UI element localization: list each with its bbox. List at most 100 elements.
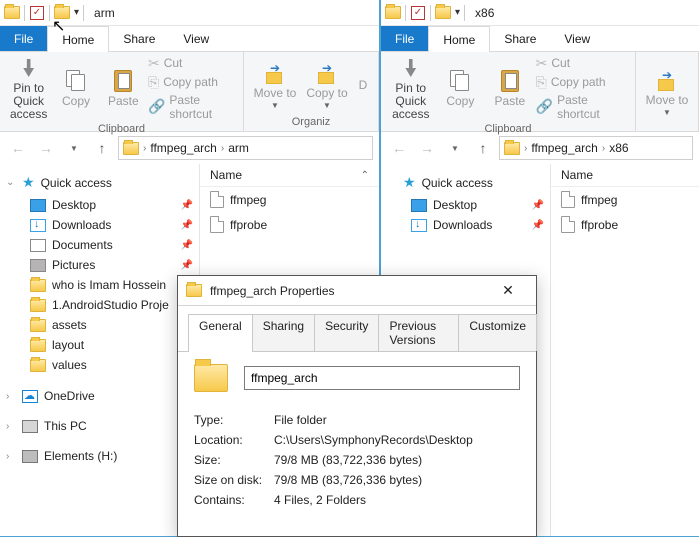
nav-item-pictures[interactable]: Pictures📌 (0, 255, 199, 275)
expand-icon[interactable]: ⌄ (6, 177, 16, 188)
recent-dropdown[interactable]: ▼ (443, 136, 467, 160)
chevron-right-icon[interactable]: › (143, 143, 146, 154)
label: Copy (62, 95, 90, 108)
nav-item-downloads[interactable]: Downloads📌 (381, 215, 550, 235)
label: Desktop (52, 198, 96, 212)
drive-icon (22, 450, 38, 463)
tab-general[interactable]: General (188, 314, 253, 351)
contains-value: 4 Files, 2 Folders (274, 493, 366, 507)
move-to-button[interactable]: ➔ Move to ▼ (642, 54, 692, 129)
quick-access[interactable]: ★Quick access (381, 170, 550, 195)
size-value: 79/8 MB (83,722,336 bytes) (274, 453, 422, 467)
copy-icon (64, 69, 88, 93)
copy-path-button[interactable]: ⎘Copy path (148, 74, 237, 91)
label: Quick access (41, 176, 112, 190)
copy-button[interactable]: Copy (437, 54, 485, 122)
pin-icon: 📌 (532, 220, 544, 231)
ribbon-tabs: File Home Share View (0, 26, 379, 52)
nav-item-folder[interactable]: layout (0, 335, 199, 355)
ribbon-tabs: File Home Share View (381, 26, 699, 52)
nav-item-downloads[interactable]: Downloads📌 (0, 215, 199, 235)
nav-item-desktop[interactable]: Desktop📌 (0, 195, 199, 215)
forward-button[interactable]: → (415, 136, 439, 160)
move-to-button[interactable]: ➔ Move to ▼ (250, 54, 300, 115)
expand-icon[interactable]: › (6, 421, 16, 432)
tab-file[interactable]: File (0, 26, 47, 51)
file-row[interactable]: ffmpeg (200, 187, 379, 212)
nav-item-documents[interactable]: Documents📌 (0, 235, 199, 255)
breadcrumb[interactable]: ffmpeg_arch (150, 141, 217, 155)
nav-thispc[interactable]: ›This PC (0, 415, 199, 437)
nav-onedrive[interactable]: ›OneDrive (0, 385, 199, 407)
back-button[interactable]: ← (6, 136, 30, 160)
nav-item-folder[interactable]: who is Imam Hossein (0, 275, 199, 295)
tab-customize[interactable]: Customize (458, 314, 537, 351)
tab-previous-versions[interactable]: Previous Versions (378, 314, 459, 351)
qat-dropdown-icon[interactable]: ▾ (455, 7, 460, 18)
expand-icon[interactable]: › (6, 451, 16, 462)
file-row[interactable]: ffprobe (200, 212, 379, 237)
up-button[interactable]: ↑ (90, 136, 114, 160)
chevron-right-icon[interactable]: › (524, 143, 527, 154)
paste-button[interactable]: Paste (486, 54, 534, 122)
tab-security[interactable]: Security (314, 314, 379, 351)
paste-shortcut-button[interactable]: 🔗Paste shortcut (148, 93, 237, 121)
titlebar[interactable]: ✓ ▾ arm (0, 0, 379, 26)
breadcrumb[interactable]: ffmpeg_arch (531, 141, 598, 155)
qat-dropdown-icon[interactable]: ▾ (74, 7, 79, 18)
delete-button[interactable]: D (354, 54, 372, 115)
tab-view[interactable]: View (169, 26, 223, 51)
file-list[interactable]: Name ffmpeg ffprobe (551, 164, 699, 536)
close-button[interactable]: ✕ (488, 277, 528, 305)
paste-shortcut-button[interactable]: 🔗Paste shortcut (536, 93, 629, 121)
copy-button[interactable]: Copy (53, 54, 98, 122)
back-button[interactable]: ← (387, 136, 411, 160)
pin-to-quick-access-button[interactable]: Pin to Quick access (6, 54, 51, 122)
address-bar[interactable]: › ffmpeg_arch › arm (118, 136, 373, 160)
file-row[interactable]: ffprobe (551, 212, 699, 237)
chevron-right-icon[interactable]: › (602, 143, 605, 154)
properties-icon[interactable]: ✓ (410, 5, 426, 21)
nav-item-desktop[interactable]: Desktop📌 (381, 195, 550, 215)
pin-to-quick-access-button[interactable]: Pin to Quick access (387, 54, 435, 122)
recent-dropdown[interactable]: ▼ (62, 136, 86, 160)
tab-home[interactable]: Home (428, 26, 490, 52)
chevron-down-icon: ▼ (271, 102, 279, 111)
tab-file[interactable]: File (381, 26, 428, 51)
dialog-titlebar[interactable]: ffmpeg_arch Properties ✕ (178, 276, 536, 306)
folder-name-input[interactable] (244, 366, 520, 390)
file-row[interactable]: ffmpeg (551, 187, 699, 212)
cut-button[interactable]: ✂Cut (148, 55, 237, 72)
pictures-icon (30, 259, 46, 272)
breadcrumb[interactable]: x86 (609, 141, 628, 155)
copy-path-button[interactable]: ⎘Copy path (536, 74, 629, 91)
tab-share[interactable]: Share (109, 26, 169, 51)
expand-icon[interactable]: › (6, 391, 16, 402)
nav-item-folder[interactable]: assets (0, 315, 199, 335)
up-button[interactable]: ↑ (471, 136, 495, 160)
tab-share[interactable]: Share (490, 26, 550, 51)
breadcrumb[interactable]: arm (228, 141, 249, 155)
quick-access[interactable]: ⌄★Quick access (0, 170, 199, 195)
group-label: Organiz (250, 115, 372, 129)
label: Pin to Quick access (6, 82, 51, 122)
properties-icon[interactable]: ✓ (29, 5, 45, 21)
titlebar[interactable]: ✓ ▾ x86 (381, 0, 699, 26)
nav-item-folder[interactable]: values (0, 355, 199, 375)
tab-sharing[interactable]: Sharing (252, 314, 315, 351)
label: Documents (52, 238, 113, 252)
column-header-name[interactable]: Name⌃ (200, 164, 379, 187)
tab-home[interactable]: Home (47, 26, 109, 52)
chevron-right-icon[interactable]: › (221, 143, 224, 154)
nav-item-folder[interactable]: 1.AndroidStudio Proje (0, 295, 199, 315)
column-header-name[interactable]: Name (551, 164, 699, 187)
nav-drive[interactable]: ›Elements (H:) (0, 445, 199, 467)
address-bar[interactable]: › ffmpeg_arch › x86 (499, 136, 693, 160)
forward-button[interactable]: → (34, 136, 58, 160)
cut-button[interactable]: ✂Cut (536, 55, 629, 72)
tab-view[interactable]: View (550, 26, 604, 51)
file-icon (561, 216, 575, 233)
paste-button[interactable]: Paste (101, 54, 146, 122)
copy-to-button[interactable]: ➔ Copy to ▼ (302, 54, 352, 115)
pin-icon: 📌 (532, 200, 544, 211)
